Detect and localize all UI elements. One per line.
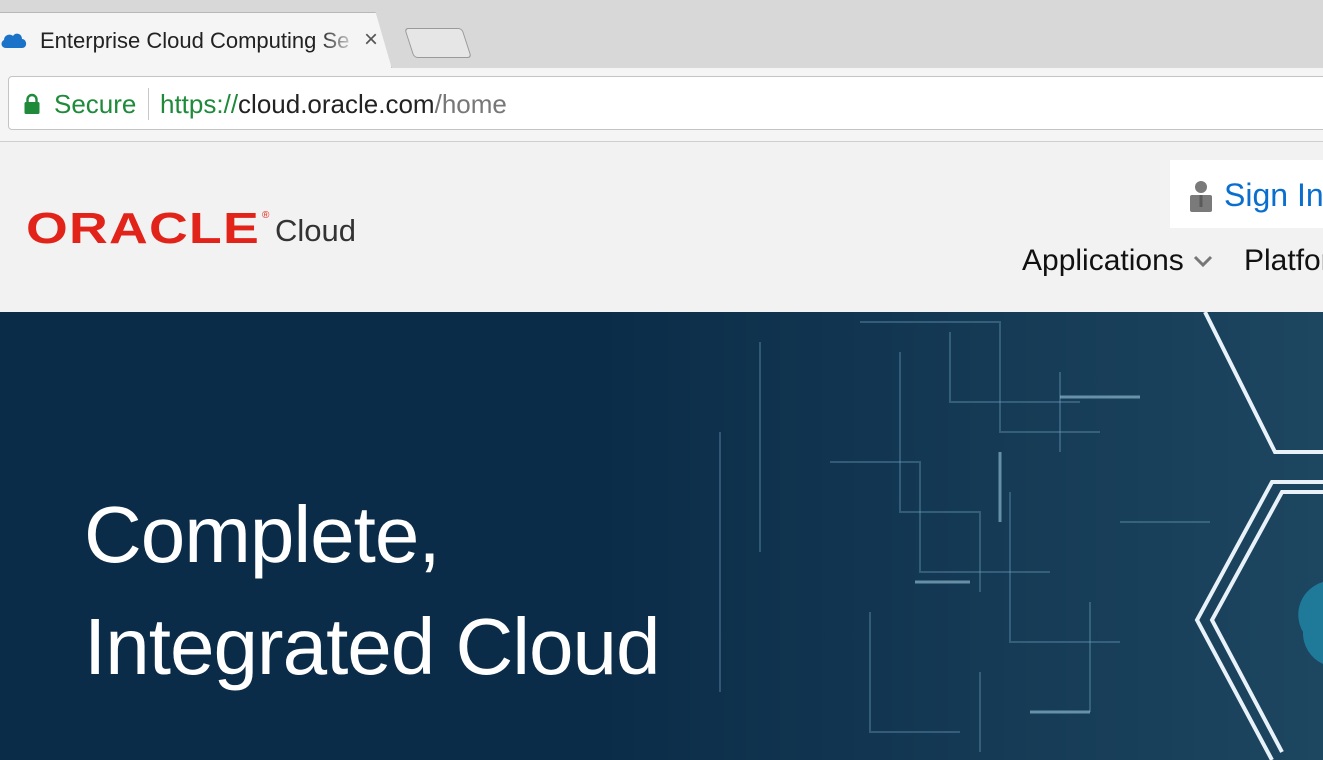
oracle-logo-registered-mark: ®	[262, 210, 270, 221]
hero-headline-line-1: Complete,	[84, 490, 441, 579]
url-scheme: https://	[160, 89, 239, 119]
url-path: /home	[434, 89, 507, 119]
secure-label[interactable]: Secure	[54, 88, 136, 120]
nav-platform[interactable]: Platfor	[1244, 243, 1323, 279]
sign-in-label[interactable]: Sign In	[1224, 176, 1323, 214]
url-host: cloud.oracle.com	[238, 89, 435, 119]
hero-headline-line-2: Integrated Cloud	[84, 602, 661, 691]
url-separator	[148, 88, 149, 120]
lock-icon[interactable]	[24, 93, 40, 115]
user-icon	[1190, 181, 1212, 212]
cloud-icon	[1, 33, 27, 48]
tab-title[interactable]: Enterprise Cloud Computing Se	[40, 28, 358, 54]
new-tab-button[interactable]	[404, 28, 472, 58]
cloud-wordmark[interactable]: Cloud	[275, 213, 356, 249]
url-text[interactable]: https://cloud.oracle.com/home	[160, 88, 507, 120]
nav-applications[interactable]: Applications	[1022, 243, 1184, 279]
chevron-down-icon[interactable]	[1192, 253, 1214, 269]
oracle-logo[interactable]: ORACLE	[26, 205, 260, 253]
tab-close-icon[interactable]: ×	[364, 28, 378, 52]
